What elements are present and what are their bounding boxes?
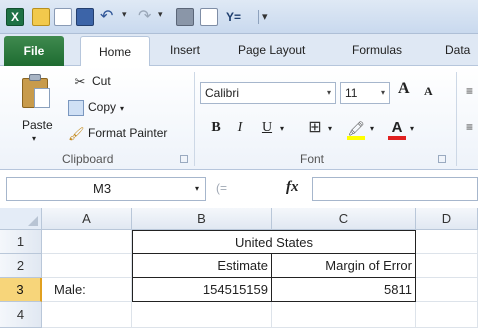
redo-dropdown-icon[interactable]: ▾ xyxy=(158,9,163,20)
copy-icon xyxy=(68,100,84,116)
font-size-value: 11 xyxy=(345,86,358,100)
cell-b2[interactable]: Estimate xyxy=(132,254,272,278)
row-header-4[interactable]: 4 xyxy=(0,302,42,328)
undo-icon[interactable]: ↶ xyxy=(100,8,118,26)
column-header-d[interactable]: D xyxy=(416,208,478,230)
underline-button[interactable]: U xyxy=(258,118,276,138)
format-painter-icon: 🖌 xyxy=(68,126,85,141)
font-name-dropdown-icon[interactable]: ▾ xyxy=(327,83,331,103)
cell-b1[interactable]: United States xyxy=(132,230,416,254)
clipboard-group-label: Clipboard xyxy=(62,152,114,166)
formula-bar: M3 ▾ (= fx xyxy=(0,175,478,203)
cell-d2[interactable] xyxy=(416,254,478,278)
cell-d3[interactable] xyxy=(416,278,478,302)
new-file-icon[interactable] xyxy=(54,8,72,26)
customize-toolbar-icon[interactable]: ▾ xyxy=(262,8,280,26)
cell-b3[interactable]: 154515159 xyxy=(132,278,272,302)
copy-dropdown-icon[interactable]: ▾ xyxy=(120,104,124,113)
font-color-dropdown-icon[interactable]: ▾ xyxy=(410,124,414,133)
copy-button[interactable]: Copy ▾ xyxy=(68,100,124,116)
font-color-button[interactable]: A xyxy=(388,118,406,138)
save-icon[interactable] xyxy=(76,8,94,26)
column-header-a[interactable]: A xyxy=(42,208,132,230)
excel-logo-icon[interactable]: X xyxy=(6,8,24,26)
row-header-2[interactable]: 2 xyxy=(0,254,42,278)
borders-icon[interactable]: ⊞ xyxy=(306,118,324,138)
shrink-font-button[interactable]: A xyxy=(424,84,433,99)
align-left-icon[interactable]: ≡ xyxy=(466,120,476,134)
tab-data[interactable]: Data xyxy=(445,34,470,66)
name-box-dropdown-icon[interactable]: ▾ xyxy=(195,184,199,193)
fill-color-swatch xyxy=(347,136,365,140)
align-top-icon[interactable]: ≡ xyxy=(466,84,476,98)
open-folder-icon[interactable] xyxy=(32,8,50,26)
font-group-label: Font xyxy=(300,152,325,166)
quick-access-toolbar: X ↶ ▾ ↷ ▾ Y= ▾ xyxy=(0,0,478,34)
insert-function-icon[interactable]: fx xyxy=(286,179,299,196)
tab-insert[interactable]: Insert xyxy=(170,34,200,66)
redo-icon[interactable]: ↷ xyxy=(138,8,156,26)
column-header-c[interactable]: C xyxy=(272,208,416,230)
scissors-icon: ✂ xyxy=(74,74,86,89)
row-header-3[interactable]: 3 xyxy=(0,278,42,302)
tab-page-layout[interactable]: Page Layout xyxy=(238,34,305,66)
paste-button[interactable]: Paste xyxy=(22,118,53,132)
paste-icon[interactable] xyxy=(22,74,52,108)
fill-color-icon[interactable]: 🖍 xyxy=(346,118,366,138)
cut-label: Cut xyxy=(92,74,111,89)
name-box[interactable]: M3 ▾ xyxy=(6,177,206,201)
paste-dropdown-icon[interactable]: ▾ xyxy=(32,134,36,143)
underline-dropdown-icon[interactable]: ▾ xyxy=(280,124,284,133)
grow-font-button[interactable]: A xyxy=(398,80,410,98)
cell-a3[interactable]: Male: xyxy=(42,278,132,302)
font-color-swatch xyxy=(388,136,406,140)
column-header-b[interactable]: B xyxy=(132,208,272,230)
fill-color-dropdown-icon[interactable]: ▾ xyxy=(370,124,374,133)
cell-a4[interactable] xyxy=(42,302,132,328)
filter-icon[interactable]: Y= xyxy=(226,8,244,26)
font-name-value: Calibri xyxy=(205,86,240,100)
tab-home[interactable]: Home xyxy=(80,36,150,67)
font-launcher-icon[interactable] xyxy=(438,155,446,163)
cell-d1[interactable] xyxy=(416,230,478,254)
ribbon-tabs: File Home Insert Page Layout Formulas Da… xyxy=(0,34,478,67)
font-size-combo[interactable]: 11 ▾ xyxy=(340,82,390,104)
cell-a2[interactable] xyxy=(42,254,132,278)
copy-label: Copy xyxy=(88,100,117,115)
name-box-value: M3 xyxy=(93,181,112,196)
undo-dropdown-icon[interactable]: ▾ xyxy=(122,9,127,20)
italic-button[interactable]: I xyxy=(232,118,248,138)
cell-a1[interactable] xyxy=(42,230,132,254)
formula-input[interactable] xyxy=(312,177,478,201)
worksheet-grid: A B C D 1 2 3 4 United States Estimate M… xyxy=(0,208,478,328)
font-size-dropdown-icon[interactable]: ▾ xyxy=(381,83,385,103)
tab-file[interactable]: File xyxy=(4,36,64,66)
format-painter-button[interactable]: 🖌 Format Painter xyxy=(68,126,167,142)
cut-button[interactable]: ✂ Cut xyxy=(72,74,111,90)
tab-formulas[interactable]: Formulas xyxy=(352,34,402,66)
cell-c2[interactable]: Margin of Error xyxy=(272,254,416,278)
format-painter-label: Format Painter xyxy=(88,126,168,141)
cell-b4[interactable] xyxy=(132,302,272,328)
cell-c4[interactable] xyxy=(272,302,416,328)
print-preview-icon[interactable] xyxy=(200,8,218,26)
ribbon-home: Paste ▾ ✂ Cut Copy ▾ 🖌 Format Painter Clipb… xyxy=(0,66,478,170)
quick-print-icon[interactable] xyxy=(176,8,194,26)
select-all-corner[interactable] xyxy=(0,208,42,230)
row-header-1[interactable]: 1 xyxy=(0,230,42,254)
formula-cancel-icon[interactable]: (= xyxy=(216,181,227,195)
borders-dropdown-icon[interactable]: ▾ xyxy=(328,124,332,133)
cell-d4[interactable] xyxy=(416,302,478,328)
clipboard-launcher-icon[interactable] xyxy=(180,155,188,163)
toolbar-separator xyxy=(258,10,259,24)
font-name-combo[interactable]: Calibri ▾ xyxy=(200,82,336,104)
group-separator xyxy=(456,72,457,166)
bold-button[interactable]: B xyxy=(208,118,224,138)
group-separator xyxy=(194,72,195,166)
cell-c3[interactable]: 5811 xyxy=(272,278,416,302)
